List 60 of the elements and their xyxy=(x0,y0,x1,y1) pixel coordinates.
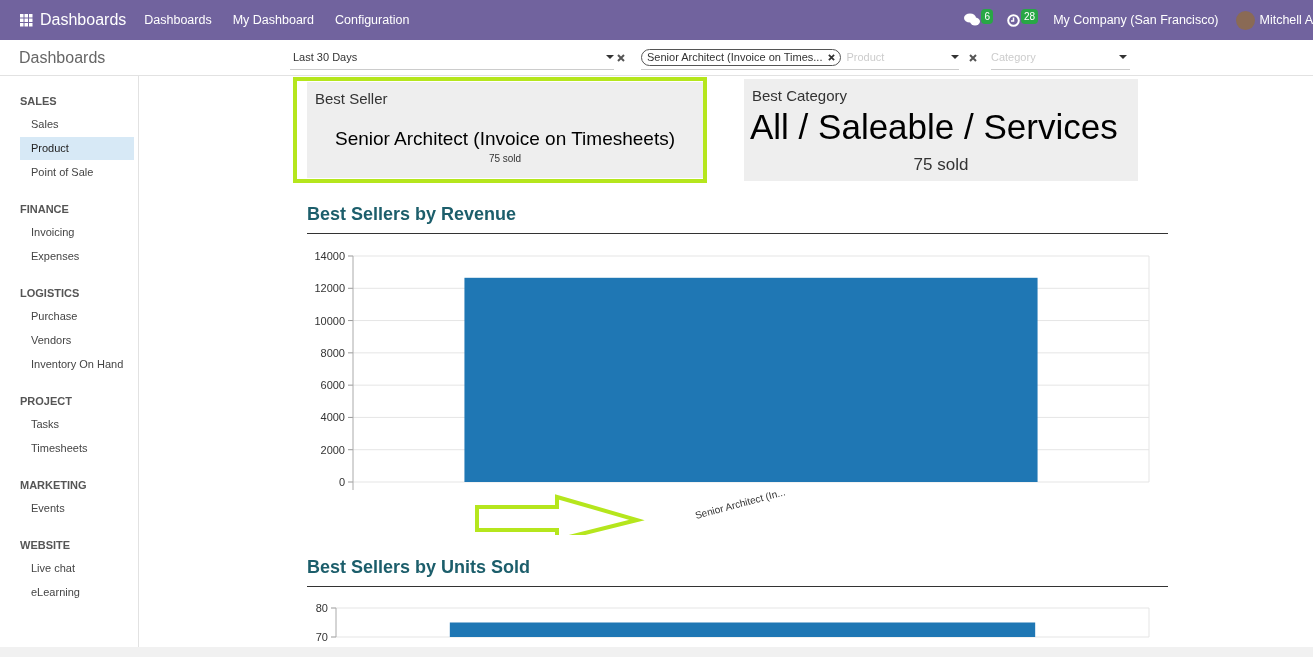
sidebar-item[interactable]: Vendors xyxy=(20,329,134,352)
nav-menu-link[interactable]: Dashboards xyxy=(144,10,212,30)
card-value: Senior Architect (Invoice on Timesheets) xyxy=(333,126,676,151)
user-name[interactable]: Mitchell A xyxy=(1259,10,1313,30)
sidebar-item[interactable]: Timesheets xyxy=(20,437,134,460)
sidebar-heading: SALES xyxy=(20,94,58,109)
axis-tick-label: 6000 xyxy=(320,379,345,392)
sidebar-item[interactable]: Expenses xyxy=(20,245,134,268)
sidebar-heading: MARKETING xyxy=(20,478,88,493)
sidebar-heading: FINANCE xyxy=(20,202,70,217)
sidebar-heading: LOGISTICS xyxy=(20,286,81,301)
activities-count-badge: 28 xyxy=(1021,8,1039,24)
sidebar-heading: PROJECT xyxy=(20,394,73,409)
axis-tick-label: 12000 xyxy=(314,282,345,295)
date-filter-field[interactable]: Last 30 Days xyxy=(290,45,614,70)
sidebar-item[interactable]: Inventory On Hand xyxy=(20,353,134,376)
messages-count-badge: 6 xyxy=(981,8,994,24)
sidebar-item[interactable]: Purchase xyxy=(20,305,134,328)
axis-tick-label: 70 xyxy=(315,631,328,643)
app-title[interactable]: Dashboards xyxy=(40,8,127,32)
nav-menu-link[interactable]: Configuration xyxy=(335,10,410,30)
sidebar-item[interactable]: Sales xyxy=(20,113,134,136)
nav-menu-link[interactable]: My Dashboard xyxy=(232,10,314,30)
sidebar-heading: WEBSITE xyxy=(20,538,72,553)
apps-grid-icon[interactable] xyxy=(20,13,33,27)
axis-tick-label: 4000 xyxy=(320,411,345,424)
sidebar-item[interactable]: Live chat xyxy=(20,557,134,580)
y-axis xyxy=(335,607,337,638)
company-switcher[interactable]: My Company (San Francisco) xyxy=(1053,10,1219,30)
chat-icon[interactable] xyxy=(964,13,981,27)
sidebar-item[interactable]: Events xyxy=(20,497,134,520)
horizontal-scrollbar[interactable] xyxy=(0,647,1313,657)
date-filter-value: Last 30 Days xyxy=(293,49,359,65)
axis-tick-label: 10000 xyxy=(314,314,345,327)
axis-tick-label: 80 xyxy=(315,602,328,614)
section-title: Best Sellers by Revenue xyxy=(307,202,1168,234)
card-caption: 75 sold xyxy=(912,153,970,176)
sidebar-item[interactable]: Product xyxy=(20,137,134,160)
sidebar-item[interactable]: eLearning xyxy=(20,581,134,604)
clear-icon[interactable] xyxy=(969,53,977,62)
section-title: Best Sellers by Units Sold xyxy=(307,555,1168,587)
caret-icon[interactable] xyxy=(951,55,959,59)
axis-tick-label: 2000 xyxy=(320,443,345,456)
sidebar-item[interactable]: Tasks xyxy=(20,413,134,436)
clear-icon[interactable] xyxy=(617,53,625,62)
caret-icon[interactable] xyxy=(606,55,614,59)
sidebar-item[interactable]: Point of Sale xyxy=(20,161,134,184)
remove-tag-icon[interactable] xyxy=(828,53,836,61)
caret-icon[interactable] xyxy=(1119,55,1127,59)
sidebar-item[interactable]: Invoicing xyxy=(20,221,134,244)
clock-icon[interactable] xyxy=(1007,13,1021,27)
card-value: All / Saleable / Services xyxy=(750,107,1119,146)
axis-tick-label: 8000 xyxy=(320,346,345,359)
page-title: Dashboards xyxy=(19,47,107,68)
category-label: Senior Architect (In... xyxy=(693,486,787,521)
card-title: Best Seller xyxy=(315,89,389,109)
axis-tick-label: 14000 xyxy=(314,250,345,262)
card-title: Best Category xyxy=(752,86,849,106)
card-caption: 75 sold xyxy=(487,151,523,166)
axis-tick-label: 0 xyxy=(338,476,345,488)
